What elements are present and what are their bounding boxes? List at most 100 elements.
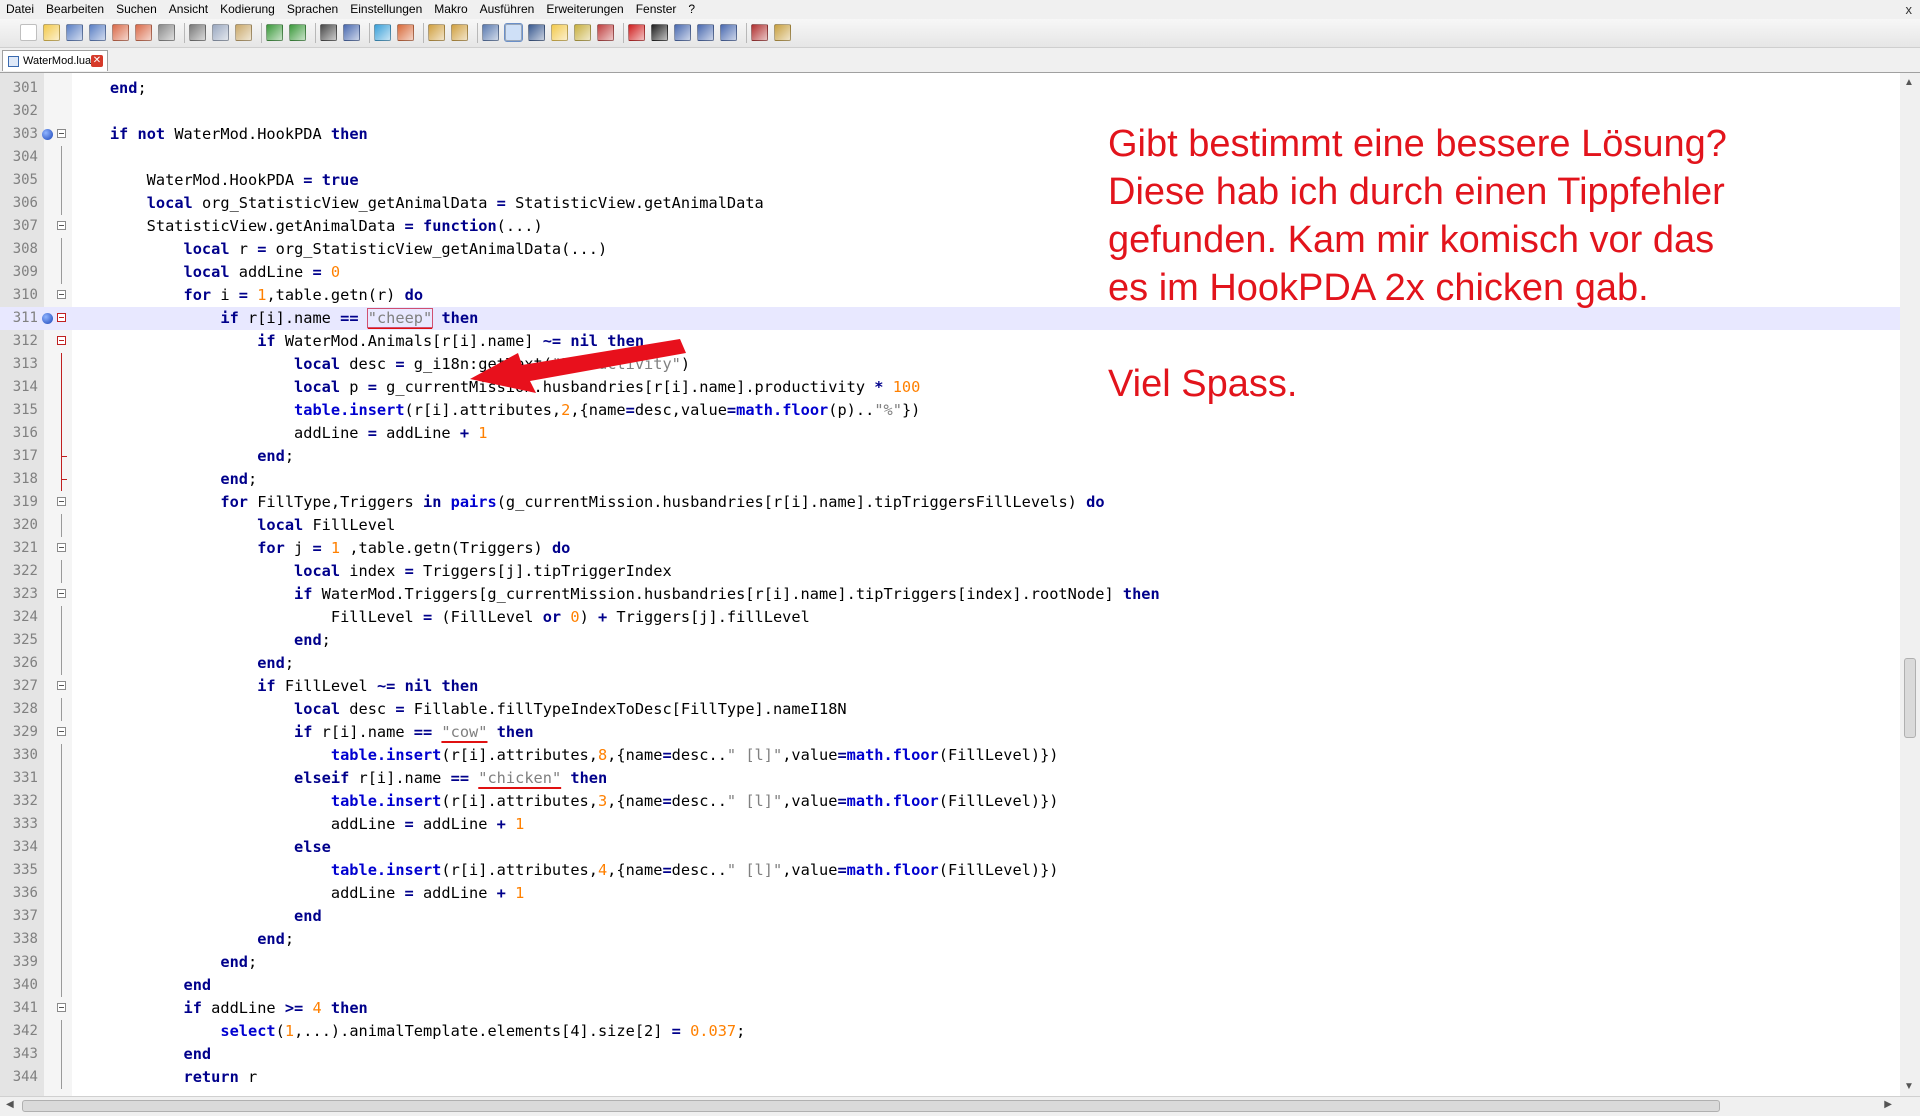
line-number[interactable]: 309 — [0, 261, 38, 284]
tab-close-icon[interactable]: ✕ — [91, 55, 103, 67]
line-number[interactable]: 333 — [0, 813, 38, 836]
copy-icon[interactable] — [212, 24, 229, 41]
line-number[interactable]: 338 — [0, 928, 38, 951]
line-number[interactable]: 308 — [0, 238, 38, 261]
line-number[interactable]: 322 — [0, 560, 38, 583]
line-number[interactable]: 326 — [0, 652, 38, 675]
line-number[interactable]: 319 — [0, 491, 38, 514]
line-number[interactable]: 334 — [0, 836, 38, 859]
line-number[interactable]: 344 — [0, 1066, 38, 1089]
line-number[interactable]: 330 — [0, 744, 38, 767]
fold-toggle-icon[interactable] — [57, 727, 66, 736]
line-number[interactable]: 303 — [0, 123, 38, 146]
line-number[interactable]: 328 — [0, 698, 38, 721]
menu-help[interactable]: ? — [682, 0, 701, 19]
line-number[interactable]: 320 — [0, 514, 38, 537]
save-macro-icon[interactable] — [720, 24, 737, 41]
menu-sprachen[interactable]: Sprachen — [281, 0, 344, 19]
undo-icon[interactable] — [266, 24, 283, 41]
menu-ansicht[interactable]: Ansicht — [163, 0, 214, 19]
scroll-left-icon[interactable]: ◀ — [6, 1099, 14, 1110]
indent-guide-icon[interactable] — [528, 24, 545, 41]
bookmark-icon[interactable] — [42, 129, 53, 140]
line-number[interactable]: 341 — [0, 997, 38, 1020]
line-number[interactable]: 325 — [0, 629, 38, 652]
menu-ausführen[interactable]: Ausführen — [474, 0, 541, 19]
sync-horizontal-icon[interactable] — [451, 24, 468, 41]
line-number[interactable]: 306 — [0, 192, 38, 215]
sync-vertical-icon[interactable] — [428, 24, 445, 41]
line-number[interactable]: 332 — [0, 790, 38, 813]
line-number[interactable]: 313 — [0, 353, 38, 376]
fold-toggle-icon[interactable] — [57, 336, 66, 345]
horizontal-scroll-thumb[interactable] — [22, 1100, 1720, 1112]
plugin-icon[interactable] — [774, 24, 791, 41]
line-number[interactable]: 321 — [0, 537, 38, 560]
stop-record-icon[interactable] — [651, 24, 668, 41]
menu-erweiterungen[interactable]: Erweiterungen — [540, 0, 629, 19]
paste-icon[interactable] — [235, 24, 252, 41]
replace-icon[interactable] — [343, 24, 360, 41]
fold-toggle-icon[interactable] — [57, 313, 66, 322]
line-number[interactable]: 302 — [0, 100, 38, 123]
record-macro-icon[interactable] — [628, 24, 645, 41]
menu-einstellungen[interactable]: Einstellungen — [344, 0, 428, 19]
fold-toggle-icon[interactable] — [57, 497, 66, 506]
spell-check-icon[interactable] — [751, 24, 768, 41]
find-icon[interactable] — [320, 24, 337, 41]
line-number[interactable]: 331 — [0, 767, 38, 790]
user-language-icon[interactable] — [551, 24, 568, 41]
cut-icon[interactable] — [189, 24, 206, 41]
close-all-icon[interactable] — [135, 24, 152, 41]
line-number[interactable]: 340 — [0, 974, 38, 997]
line-number[interactable]: 339 — [0, 951, 38, 974]
new-file-icon[interactable] — [20, 24, 37, 41]
line-number[interactable]: 323 — [0, 583, 38, 606]
line-number[interactable]: 317 — [0, 445, 38, 468]
zoom-in-icon[interactable] — [374, 24, 391, 41]
tab-watermod-lua[interactable]: WaterMod.lua ✕ — [2, 50, 108, 71]
line-number[interactable]: 304 — [0, 146, 38, 169]
scroll-down-icon[interactable]: ▼ — [1904, 1081, 1914, 1092]
run-macro-multiple-icon[interactable] — [697, 24, 714, 41]
line-number[interactable]: 342 — [0, 1020, 38, 1043]
line-number[interactable]: 327 — [0, 675, 38, 698]
line-number[interactable]: 343 — [0, 1043, 38, 1066]
print-icon[interactable] — [158, 24, 175, 41]
zoom-out-icon[interactable] — [397, 24, 414, 41]
play-macro-icon[interactable] — [674, 24, 691, 41]
menu-kodierung[interactable]: Kodierung — [214, 0, 281, 19]
vertical-scrollbar[interactable]: ▲ ▼ — [1900, 73, 1920, 1096]
menu-datei[interactable]: Datei — [0, 0, 40, 19]
vertical-scroll-thumb[interactable] — [1904, 658, 1916, 738]
line-number[interactable]: 316 — [0, 422, 38, 445]
fold-toggle-icon[interactable] — [57, 589, 66, 598]
line-number[interactable]: 310 — [0, 284, 38, 307]
fold-toggle-icon[interactable] — [57, 290, 66, 299]
open-file-icon[interactable] — [43, 24, 60, 41]
redo-icon[interactable] — [289, 24, 306, 41]
line-number[interactable]: 336 — [0, 882, 38, 905]
fold-toggle-icon[interactable] — [57, 543, 66, 552]
line-number[interactable]: 314 — [0, 376, 38, 399]
scroll-up-icon[interactable]: ▲ — [1904, 77, 1914, 88]
document-map-icon[interactable] — [574, 24, 591, 41]
show-all-chars-icon[interactable] — [504, 23, 523, 42]
line-number[interactable]: 307 — [0, 215, 38, 238]
save-all-icon[interactable] — [89, 24, 106, 41]
function-list-icon[interactable] — [597, 24, 614, 41]
window-close-button[interactable]: x — [1906, 0, 1913, 19]
line-number[interactable]: 301 — [0, 77, 38, 100]
line-number[interactable]: 305 — [0, 169, 38, 192]
menu-makro[interactable]: Makro — [428, 0, 473, 19]
menu-fenster[interactable]: Fenster — [630, 0, 683, 19]
horizontal-scrollbar[interactable]: ◀ ▶ — [0, 1096, 1920, 1116]
fold-toggle-icon[interactable] — [57, 221, 66, 230]
close-file-icon[interactable] — [112, 24, 129, 41]
line-number[interactable]: 329 — [0, 721, 38, 744]
bookmark-icon[interactable] — [42, 313, 53, 324]
save-icon[interactable] — [66, 24, 83, 41]
word-wrap-icon[interactable] — [482, 24, 499, 41]
menu-bearbeiten[interactable]: Bearbeiten — [40, 0, 110, 19]
fold-toggle-icon[interactable] — [57, 129, 66, 138]
